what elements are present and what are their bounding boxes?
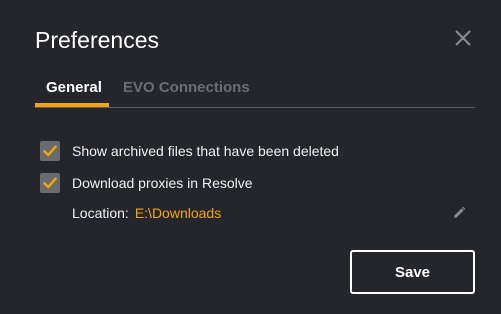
active-tab-indicator (35, 103, 109, 107)
show-archived-checkbox[interactable] (40, 141, 60, 161)
download-proxies-label: Download proxies in Resolve (72, 175, 253, 191)
show-archived-option: Show archived files that have been delet… (40, 141, 339, 161)
dialog-title: Preferences (35, 27, 160, 53)
download-proxies-option: Download proxies in Resolve (40, 173, 253, 193)
show-archived-label: Show archived files that have been delet… (72, 143, 339, 159)
pencil-icon[interactable] (451, 205, 467, 221)
save-button[interactable]: Save (350, 250, 475, 294)
tab-bar: General EVO Connections (35, 77, 475, 108)
location-label: Location: (72, 205, 129, 221)
checkmark-icon (43, 145, 57, 157)
close-icon[interactable] (452, 27, 474, 49)
checkmark-icon (43, 177, 57, 189)
download-proxies-checkbox[interactable] (40, 173, 60, 193)
download-location: Location: E:\Downloads (72, 205, 221, 221)
tab-evo-connections[interactable]: EVO Connections (123, 79, 250, 96)
location-value: E:\Downloads (134, 205, 222, 221)
tab-general[interactable]: General (46, 79, 102, 96)
